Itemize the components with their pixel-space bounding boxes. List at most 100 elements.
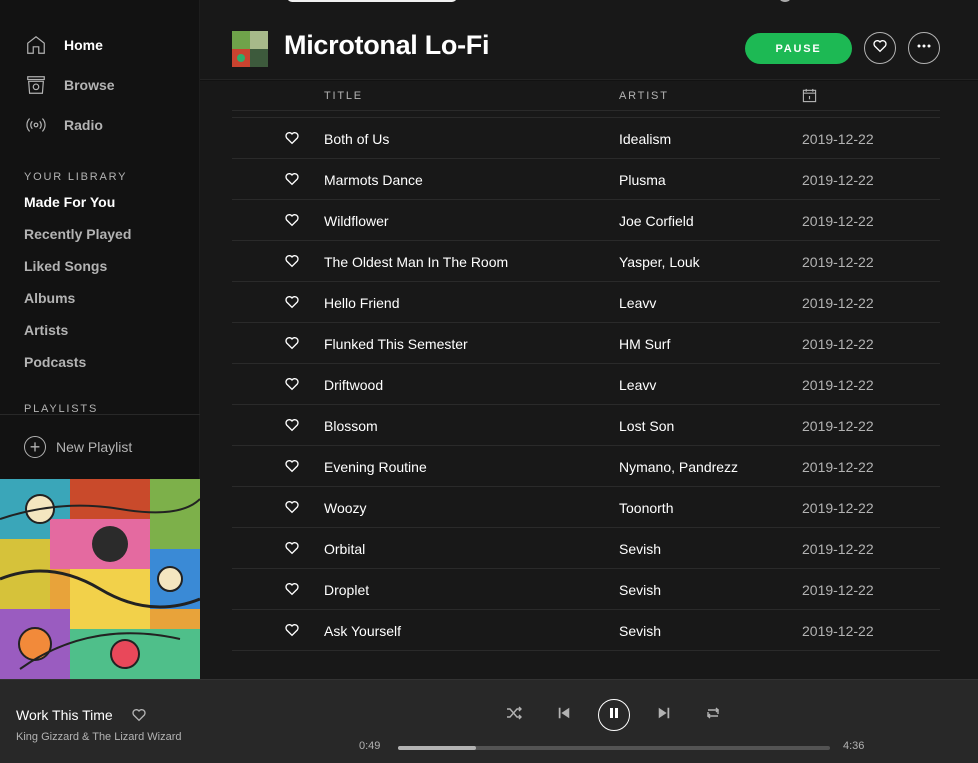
nav-browse-label: Browse xyxy=(64,77,115,93)
heart-icon xyxy=(872,38,888,59)
track-title: Driftwood xyxy=(324,377,384,393)
library-podcasts[interactable]: Podcasts xyxy=(24,354,86,370)
more-options-button[interactable] xyxy=(908,32,940,64)
track-artist[interactable]: Joe Corfield xyxy=(619,213,694,229)
table-row[interactable]: Droplet Sevish 2019-12-22 xyxy=(232,569,940,610)
library-recently-played[interactable]: Recently Played xyxy=(24,226,131,242)
progress-fill xyxy=(398,746,476,750)
track-artist[interactable]: Nymano, Pandrezz xyxy=(619,459,738,475)
column-header-title[interactable]: TITLE xyxy=(324,90,363,102)
heart-icon[interactable] xyxy=(284,581,300,597)
heart-icon[interactable] xyxy=(284,499,300,515)
heart-icon xyxy=(131,709,147,727)
track-artist[interactable]: HM Surf xyxy=(619,336,670,352)
nav-browse[interactable]: Browse xyxy=(24,71,115,99)
heart-icon[interactable] xyxy=(284,417,300,433)
heart-icon[interactable] xyxy=(284,212,300,228)
radio-icon xyxy=(24,113,48,137)
plus-icon: + xyxy=(24,436,46,458)
now-playing-artist[interactable]: King Gizzard & The Lizard Wizard xyxy=(16,731,181,743)
table-row[interactable]: The Oldest Man In The Room Yasper, Louk 20… xyxy=(232,241,940,282)
heart-icon[interactable] xyxy=(284,171,300,187)
track-date-added: 2019-12-22 xyxy=(802,213,874,229)
track-artist[interactable]: Sevish xyxy=(619,541,661,557)
track-date-added: 2019-12-22 xyxy=(802,541,874,557)
elapsed-time: 0:49 xyxy=(359,740,381,752)
track-title: Ask Yourself xyxy=(324,623,402,639)
shuffle-icon xyxy=(506,705,522,726)
track-date-added: 2019-12-22 xyxy=(802,500,874,516)
library-made-for-you[interactable]: Made For You xyxy=(24,194,115,210)
track-artist[interactable]: Plusma xyxy=(619,172,666,188)
track-title: Droplet xyxy=(324,582,370,598)
repeat-button[interactable] xyxy=(705,707,721,723)
track-title: Orbital xyxy=(324,541,366,557)
track-artist[interactable]: Sevish xyxy=(619,582,661,598)
table-row[interactable]: Flunked This Semester HM Surf 2019-12-22 xyxy=(232,323,940,364)
table-row[interactable]: Marmots Dance Plusma 2019-12-22 xyxy=(232,159,940,200)
now-playing-cover-art[interactable] xyxy=(0,479,200,679)
track-date-added: 2019-12-22 xyxy=(802,336,874,352)
heart-icon[interactable] xyxy=(284,130,300,146)
heart-icon[interactable] xyxy=(284,253,300,269)
table-row[interactable]: Both of Us Idealism 2019-12-22 xyxy=(232,118,940,159)
table-row[interactable]: Blossom Lost Son 2019-12-22 xyxy=(232,405,940,446)
track-artist[interactable]: Leavv xyxy=(619,295,656,311)
library-liked-songs[interactable]: Liked Songs xyxy=(24,258,107,274)
table-row[interactable]: Wildflower Joe Corfield 2019-12-22 xyxy=(232,200,940,241)
heart-icon[interactable] xyxy=(284,622,300,638)
table-row[interactable]: Evening Routine Nymano, Pandrezz 2019-12-2… xyxy=(232,446,940,487)
track-title: Marmots Dance xyxy=(324,172,423,188)
track-title: Woozy xyxy=(324,500,367,516)
track-artist[interactable]: Sevish xyxy=(619,623,661,639)
track-title: Both of Us xyxy=(324,131,390,147)
table-row[interactable]: Orbital Sevish 2019-12-22 xyxy=(232,528,940,569)
track-artist[interactable]: Lost Son xyxy=(619,418,674,434)
now-playing-title[interactable]: Work This Time xyxy=(16,707,113,723)
now-playing-like-button[interactable] xyxy=(131,707,147,723)
column-header-artist[interactable]: ARTIST xyxy=(619,90,669,102)
search-bar[interactable] xyxy=(287,0,457,2)
track-date-added: 2019-12-22 xyxy=(802,172,874,188)
library-artists[interactable]: Artists xyxy=(24,322,68,338)
library-heading: YOUR LIBRARY xyxy=(24,171,128,183)
save-playlist-button[interactable] xyxy=(864,32,896,64)
table-row[interactable]: Hello Friend Leavv 2019-12-22 xyxy=(232,282,940,323)
heart-icon[interactable] xyxy=(284,335,300,351)
heart-icon[interactable] xyxy=(284,294,300,310)
heart-icon[interactable] xyxy=(284,458,300,474)
player-bar: Work This Time King Gizzard & The Lizard… xyxy=(0,679,978,763)
skip-back-icon xyxy=(557,706,571,725)
track-artist[interactable]: Yasper, Louk xyxy=(619,254,700,270)
nav-home[interactable]: Home xyxy=(24,31,103,59)
nav-radio-label: Radio xyxy=(64,117,103,133)
track-artist[interactable]: Toonorth xyxy=(619,500,673,516)
next-button[interactable] xyxy=(656,707,672,723)
table-row[interactable]: Ask Yourself Sevish 2019-12-22 xyxy=(232,610,940,651)
library-albums[interactable]: Albums xyxy=(24,290,75,306)
heart-icon[interactable] xyxy=(284,376,300,392)
heart-icon[interactable] xyxy=(284,540,300,556)
pause-button[interactable]: PAUSE xyxy=(745,33,852,64)
sidebar-divider xyxy=(0,414,200,415)
track-artist[interactable]: Idealism xyxy=(619,131,671,147)
column-header-date[interactable] xyxy=(802,88,817,106)
track-date-added: 2019-12-22 xyxy=(802,131,874,147)
track-date-added: 2019-12-22 xyxy=(802,377,874,393)
table-row[interactable]: Driftwood Leavv 2019-12-22 xyxy=(232,364,940,405)
shuffle-button[interactable] xyxy=(506,705,522,726)
more-icon xyxy=(916,38,932,59)
play-pause-button[interactable] xyxy=(598,699,630,731)
playlist-title: Microtonal Lo-Fi xyxy=(284,30,490,60)
track-date-added: 2019-12-22 xyxy=(802,459,874,475)
nav-radio[interactable]: Radio xyxy=(24,111,103,139)
pause-icon xyxy=(608,706,620,724)
progress-bar[interactable] xyxy=(398,746,830,750)
browse-icon xyxy=(24,73,48,97)
new-playlist-button[interactable]: + New Playlist xyxy=(24,436,132,458)
previous-button[interactable] xyxy=(556,707,572,723)
track-artist[interactable]: Leavv xyxy=(619,377,656,393)
track-title: Evening Routine xyxy=(324,459,427,475)
table-row[interactable]: Woozy Toonorth 2019-12-22 xyxy=(232,487,940,528)
repeat-icon xyxy=(705,705,721,726)
